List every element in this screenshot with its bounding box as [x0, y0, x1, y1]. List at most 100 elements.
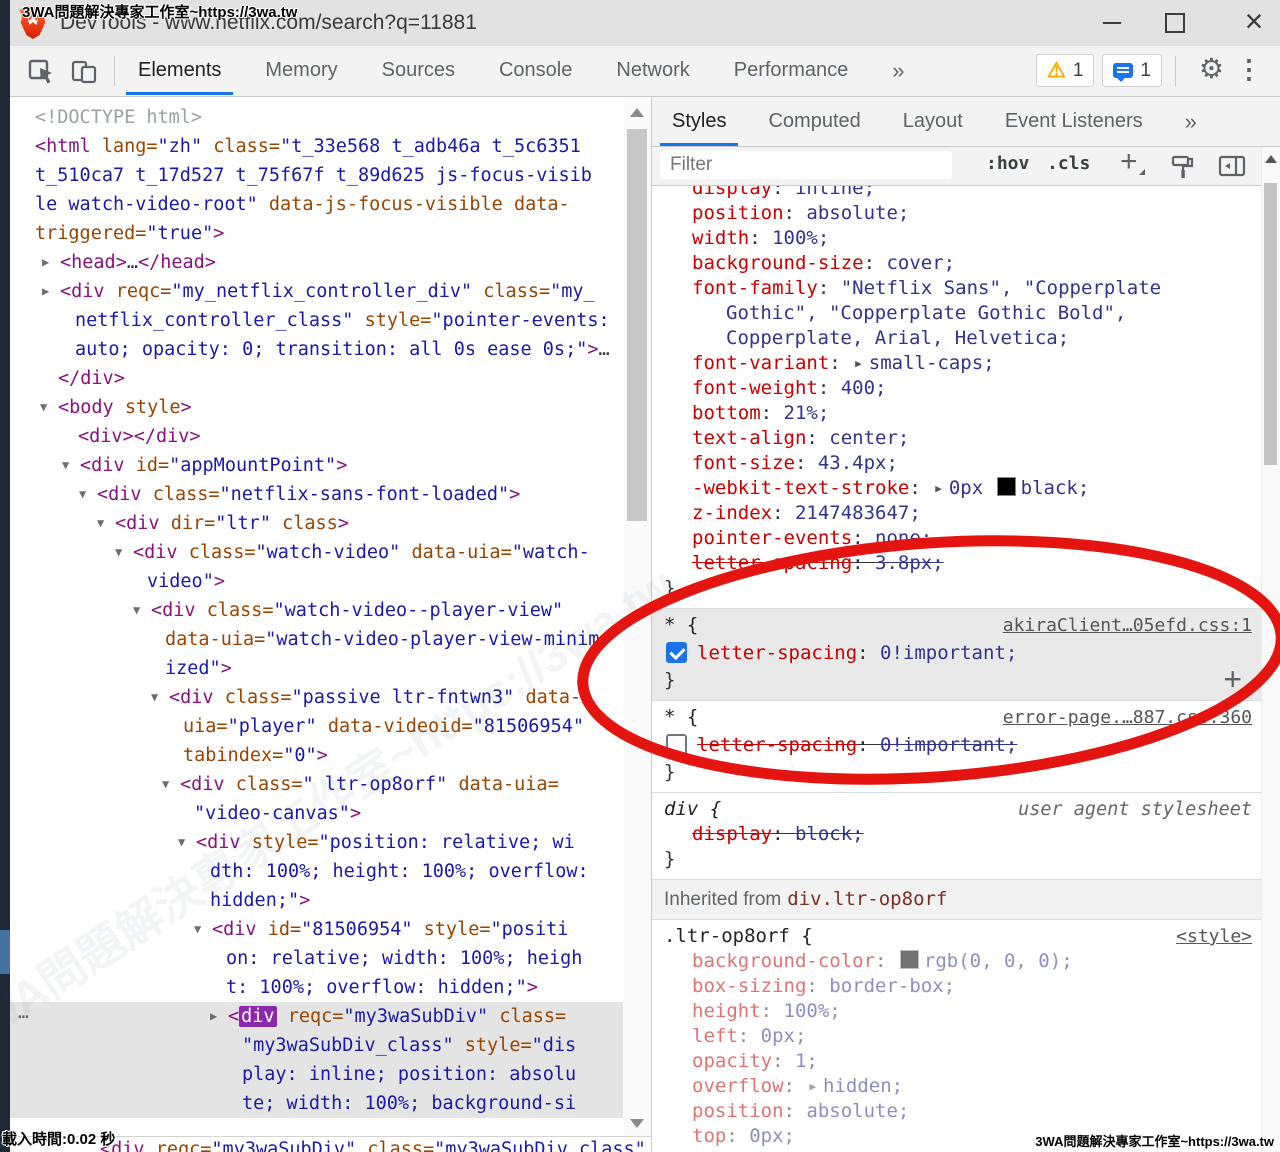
scroll-up-icon[interactable] [1265, 155, 1277, 163]
expand-longhand-icon[interactable]: ▶ [809, 1074, 816, 1099]
collapse-arrow-icon[interactable]: ▼ [115, 538, 122, 567]
tree-line[interactable]: play: inline; position: absolu [10, 1060, 623, 1089]
scrollbar-thumb[interactable] [627, 129, 647, 521]
expand-longhand-icon[interactable]: ▶ [935, 476, 942, 501]
collapse-arrow-icon[interactable]: ▼ [133, 596, 140, 625]
tree-line[interactable]: <!DOCTYPE html> [10, 103, 623, 132]
css-declaration[interactable]: font-size: 43.4px; [664, 451, 1252, 476]
tree-line[interactable]: t_510ca7 t_17d527 t_75f67f t_89d625 js-f… [10, 161, 623, 190]
css-declaration[interactable]: box-sizing: border-box; [664, 974, 1252, 999]
expand-arrow-icon[interactable]: ▶ [210, 1002, 217, 1031]
tree-line[interactable]: ▼<body style> [10, 393, 623, 422]
collapse-arrow-icon[interactable]: ▼ [62, 451, 69, 480]
css-declaration[interactable]: position: absolute; [664, 1099, 1252, 1124]
css-declaration[interactable]: Gothic", "Copperplate Gothic Bold", [664, 301, 1252, 326]
warnings-badge[interactable]: ⚠ 1 [1036, 54, 1094, 87]
tree-line[interactable]: t: 100%; overflow: hidden;"> [10, 973, 623, 1002]
collapse-arrow-icon[interactable]: ▼ [151, 683, 158, 712]
css-declaration[interactable]: display: inline; [664, 186, 1252, 201]
tab-event-listeners[interactable]: Event Listeners [1005, 97, 1143, 146]
minimize-button[interactable] [1090, 0, 1134, 46]
css-rule[interactable]: .ltr-op8orf {<style>background-color: rg… [652, 920, 1262, 1152]
color-swatch[interactable] [900, 950, 919, 969]
tree-line[interactable]: netflix_controller_class" style="pointer… [10, 306, 623, 335]
scrollbar-thumb[interactable] [1264, 183, 1277, 465]
expand-longhand-icon[interactable]: ▶ [855, 351, 862, 376]
tree-line[interactable]: "video-canvas"> [10, 799, 623, 828]
stylesheet-source-link[interactable]: akiraClient…05efd.css:1 [1003, 613, 1252, 638]
tree-line[interactable]: ▼<div id="81506954" style="positi [10, 915, 623, 944]
device-toolbar-icon[interactable] [70, 58, 98, 86]
collapse-arrow-icon[interactable]: ▼ [194, 915, 201, 944]
tree-line[interactable]: data-uia="watch-video-player-view-minim [10, 625, 623, 654]
issues-badge[interactable]: 1 [1102, 54, 1162, 87]
css-declaration[interactable]: background-color: rgb(0, 0, 0); [664, 949, 1252, 974]
tree-line[interactable]: ▼<div style="position: relative; wi [10, 828, 623, 857]
maximize-button[interactable] [1152, 0, 1196, 46]
declaration-checkbox[interactable] [666, 642, 687, 663]
tree-line[interactable]: ized"> [10, 654, 623, 683]
toggle-class-button[interactable]: .cls [1047, 153, 1090, 174]
more-tabs-icon[interactable]: » [892, 46, 904, 95]
tab-sources[interactable]: Sources [382, 46, 455, 95]
styles-scrollbar[interactable] [1261, 147, 1280, 1152]
collapse-arrow-icon[interactable]: ▼ [178, 828, 185, 857]
tree-line[interactable]: tabindex="0"> [10, 741, 623, 770]
css-declaration[interactable]: height: 100%; [664, 999, 1252, 1024]
tree-line[interactable]: ▼<div class="netflix-sans-font-loaded"> [10, 480, 623, 509]
css-rule[interactable]: * {error-page.…887.css:360letter-spacing… [652, 701, 1262, 793]
css-declaration[interactable]: z-index: 2147483647; [664, 501, 1252, 526]
css-declaration[interactable]: -webkit-text-stroke: ▶0px black; [664, 476, 1252, 501]
tree-line[interactable]: ▼<div class="watch-video--player-view" [10, 596, 623, 625]
tab-network[interactable]: Network [616, 46, 689, 95]
tree-line[interactable]: <div></div> [10, 422, 623, 451]
expand-arrow-icon[interactable]: ▶ [42, 277, 49, 306]
css-declaration[interactable]: background-size: cover; [664, 251, 1252, 276]
color-swatch[interactable] [997, 477, 1016, 496]
tree-line[interactable]: te; width: 100%; background-si [10, 1089, 623, 1118]
new-style-rule-button[interactable]: + [1120, 145, 1138, 179]
tree-line[interactable]: hidden;"> [10, 886, 623, 915]
close-button[interactable]: × [1232, 0, 1276, 46]
tree-line[interactable]: ▶…<div reqc="my3waSubDiv" class= [10, 1002, 623, 1031]
css-declaration[interactable]: text-align: center; [664, 426, 1252, 451]
css-declaration[interactable]: position: absolute; [664, 201, 1252, 226]
css-declaration[interactable]: letter-spacing: 0!important; [664, 730, 1252, 760]
css-declaration[interactable]: Copperplate, Arial, Helvetica; [664, 326, 1252, 351]
tree-line[interactable]: le watch-video-root" data-js-focus-visib… [10, 190, 623, 219]
tree-line[interactable]: <html lang="zh" class="t_33e568 t_adb46a… [10, 132, 623, 161]
more-options-icon[interactable]: ⋮ [1236, 54, 1262, 85]
insert-declaration-button[interactable]: + [1223, 668, 1242, 690]
collapse-arrow-icon[interactable]: ▼ [79, 480, 86, 509]
tree-line[interactable]: dth: 100%; height: 100%; overflow: [10, 857, 623, 886]
css-declaration[interactable]: bottom: 21%; [664, 401, 1252, 426]
tree-line[interactable]: ▼<div id="appMountPoint"> [10, 451, 623, 480]
tree-line[interactable]: </div> [10, 364, 623, 393]
expand-arrow-icon[interactable]: ▶ [42, 248, 49, 277]
collapse-arrow-icon[interactable]: ▼ [162, 770, 169, 799]
collapse-arrow-icon[interactable]: ▼ [40, 393, 47, 422]
tree-line[interactable]: video"> [10, 567, 623, 596]
tree-line[interactable]: uia="player" data-videoid="81506954" [10, 712, 623, 741]
css-declaration[interactable]: pointer-events: none; [664, 526, 1252, 551]
css-declaration[interactable]: top: 0px; [664, 1124, 1252, 1149]
css-rule[interactable]: * {akiraClient…05efd.css:1letter-spacing… [652, 609, 1262, 701]
stylesheet-source-link[interactable]: <style> [1176, 924, 1252, 949]
toggle-hover-state-button[interactable]: :hov [986, 153, 1029, 174]
tree-line[interactable]: auto; opacity: 0; transition: all 0s eas… [10, 335, 623, 364]
elements-scrollbar[interactable] [624, 97, 651, 1136]
tab-layout[interactable]: Layout [903, 97, 963, 146]
tree-line[interactable]: ▶<head>…</head> [10, 248, 623, 277]
toggle-sidebar-icon[interactable] [1218, 154, 1246, 178]
css-declaration[interactable]: letter-spacing: 0!important; [664, 638, 1252, 668]
more-tabs-icon[interactable]: » [1185, 97, 1197, 146]
tree-line[interactable]: ▼<div dir="ltr" class> [10, 509, 623, 538]
declaration-checkbox[interactable] [666, 734, 687, 755]
tab-elements[interactable]: Elements [138, 46, 221, 95]
scroll-down-icon[interactable] [630, 1119, 644, 1128]
tree-line[interactable]: ▶<div reqc="my_netflix_controller_div" c… [10, 277, 623, 306]
css-declaration[interactable]: display: block; [664, 822, 1252, 847]
css-declaration[interactable]: left: 0px; [664, 1024, 1252, 1049]
inherited-node-link[interactable]: div.ltr-op8orf [787, 888, 947, 910]
tab-memory[interactable]: Memory [265, 46, 337, 95]
